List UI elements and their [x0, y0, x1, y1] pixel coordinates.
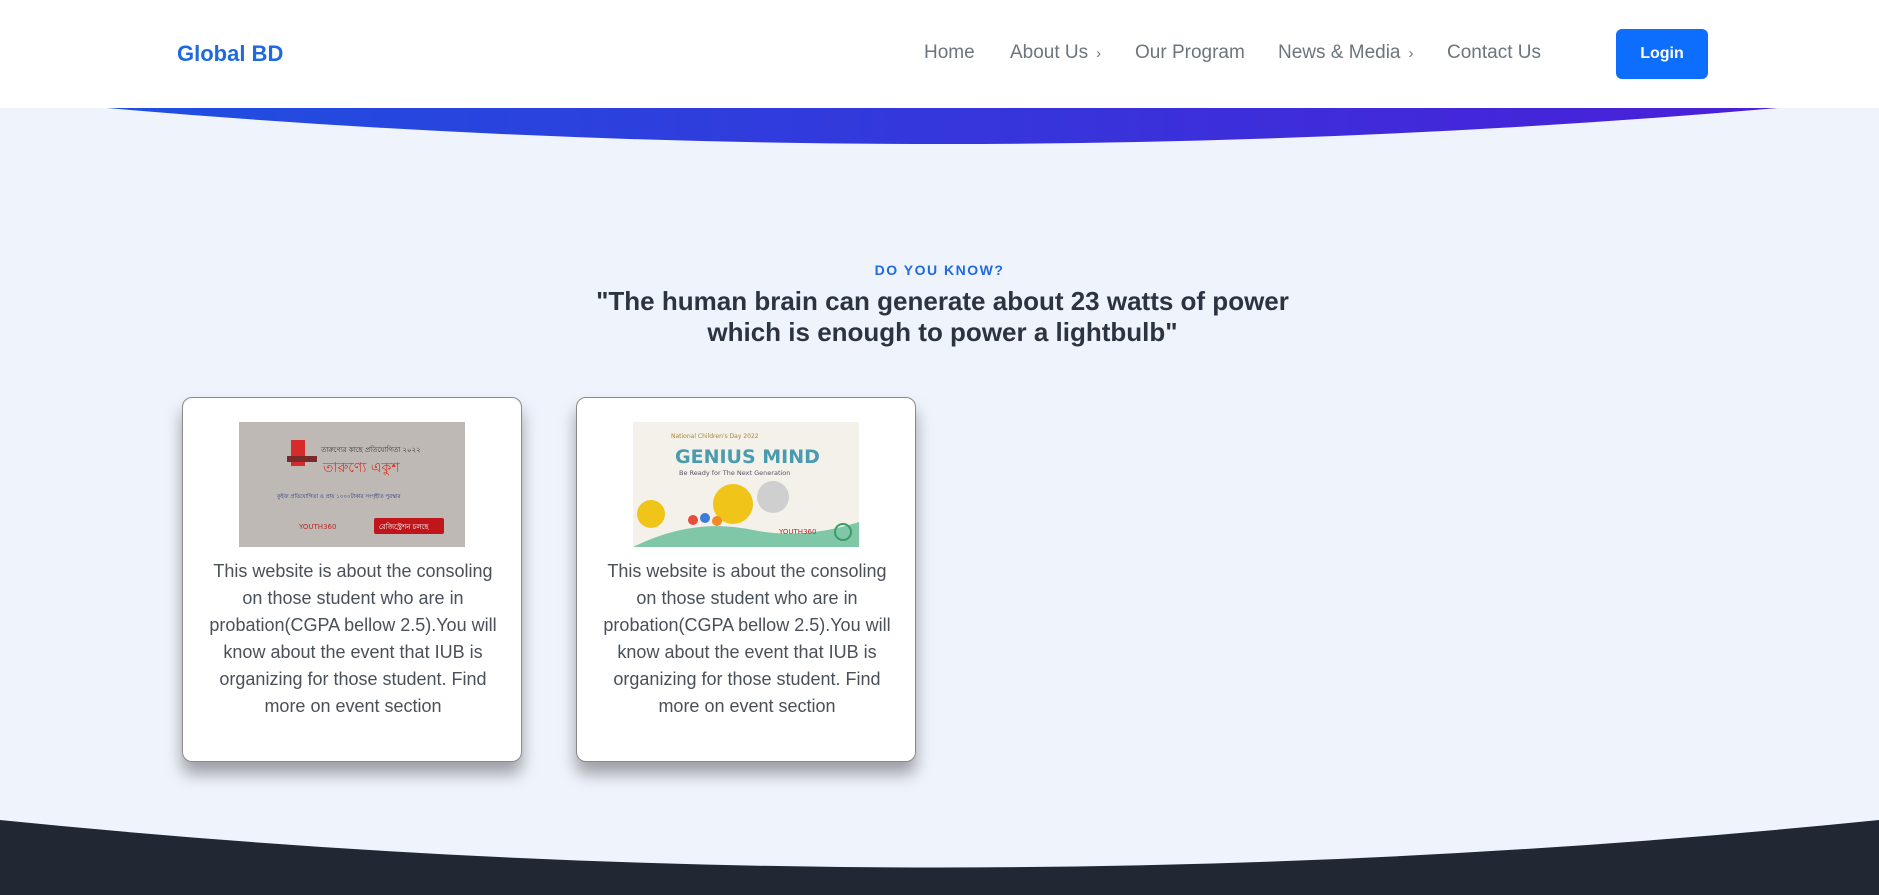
login-button[interactable]: Login — [1616, 29, 1708, 79]
banner-title: GENIUS MIND — [675, 446, 820, 468]
banner-button: রেজিস্ট্রেশন চলছে — [379, 523, 429, 531]
fact-quote: "The human brain can generate about 23 w… — [596, 286, 1289, 347]
banner-line: কুইজ প্রতিযোগিতা ও প্রায় ১০০০টাকার সংগৃ… — [276, 492, 402, 500]
event-banner-image[interactable]: National Children's Day 2022 GENIUS MIND… — [633, 422, 859, 547]
nav-item-label: About Us — [1010, 42, 1089, 63]
nav-item-contact-us[interactable]: Contact Us — [1447, 42, 1541, 64]
nav-item-label: News & Media — [1278, 42, 1401, 63]
navbar: Global BD Home About Us › Our Program New… — [0, 0, 1879, 108]
nav-item-label: Our Program — [1135, 42, 1245, 63]
nav-item-home[interactable]: Home — [924, 42, 975, 64]
event-card-description: This website is about the consoling on t… — [209, 561, 497, 716]
banner-subtitle: তারুণ্যের কাছে প্রতিযোগিতা ২০২২ — [320, 446, 421, 454]
banner-title: তারুণ্যে একুশ — [322, 460, 400, 476]
nav-item-label: Contact Us — [1447, 42, 1541, 63]
footer-wave — [0, 820, 1879, 895]
event-card[interactable]: National Children's Day 2022 GENIUS MIND… — [576, 397, 916, 762]
banner-logo: YOUTH360 — [778, 528, 816, 536]
banner-subtitle: Be Ready for The Next Generation — [679, 469, 790, 477]
header-wave-decoration — [107, 108, 1778, 144]
nav-item-label: Home — [924, 42, 975, 63]
banner-logo: YOUTH360 — [298, 523, 336, 531]
section-eyebrow: DO YOU KNOW? — [874, 262, 1005, 278]
event-card[interactable]: তারুণ্যের কাছে প্রতিযোগিতা ২০২২ তারুণ্যে… — [182, 397, 522, 762]
nav-item-news-media[interactable]: News & Media › — [1278, 42, 1414, 64]
event-card-description: This website is about the consoling on t… — [603, 561, 891, 716]
event-banner-image[interactable]: তারুণ্যের কাছে প্রতিযোগিতা ২০২২ তারুণ্যে… — [239, 422, 465, 547]
brand-logo[interactable]: Global BD — [177, 41, 283, 67]
banner-top: National Children's Day 2022 — [671, 433, 759, 440]
nav-item-our-program[interactable]: Our Program — [1135, 42, 1245, 64]
chevron-right-icon: › — [1408, 45, 1414, 62]
chevron-right-icon: › — [1096, 45, 1102, 62]
nav-item-about-us[interactable]: About Us › — [1010, 42, 1101, 64]
